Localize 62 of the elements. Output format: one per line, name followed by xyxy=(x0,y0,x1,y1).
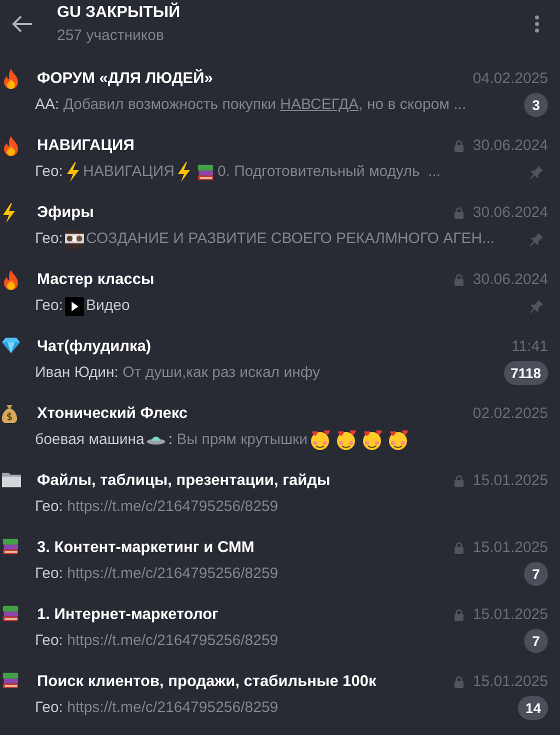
back-icon[interactable] xyxy=(11,15,33,33)
topic-date: 15.01.2025 xyxy=(472,538,548,558)
unread-count: 14 xyxy=(518,696,548,720)
topic-title[interactable]: ФОРУМ «ДЛЯ ЛЮДЕЙ» xyxy=(37,67,213,91)
sender-name: АА: xyxy=(35,94,60,115)
member-count: 257 участников xyxy=(57,26,165,46)
sender-name: Гео: xyxy=(35,496,63,517)
menu-icon[interactable] xyxy=(534,15,540,33)
topic-title[interactable]: НАВИГАЦИЯ xyxy=(37,134,134,158)
message-text: Вы прям крутышки xyxy=(176,430,308,450)
smiley-hearts-icon xyxy=(335,429,358,451)
topic-title[interactable]: 1. Интернет-маркетолог xyxy=(37,603,219,627)
message-text: СОЗДАНИЕ И РАЗВИТИЕ СВОЕГО РЕКАЛМНОГО АГЕН... xyxy=(86,228,495,249)
sender-name: Гео: xyxy=(35,564,63,584)
message-text: 0. Подготовительный модуль ... xyxy=(217,162,441,182)
topic-date: 11:41 xyxy=(512,336,548,357)
books-icon xyxy=(196,162,216,182)
sender-name: Гео: xyxy=(35,296,63,316)
message-text: Добавил возможность покупки xyxy=(62,94,277,115)
topic-title[interactable]: Мастер классы xyxy=(37,268,154,292)
topic-title[interactable]: 3. Контент-маркетинг и СММ xyxy=(37,536,254,560)
topic-title[interactable]: Поиск клиентов, продажи, стабильные 100к xyxy=(37,670,376,694)
topic-title[interactable]: Эфиры xyxy=(37,201,94,225)
sender-name: Гео: xyxy=(35,630,63,651)
unread-count: 3 xyxy=(524,93,548,117)
message-text: Видео xyxy=(86,296,130,316)
smiley-hearts-icon xyxy=(387,429,410,451)
topic-date: 30.06.2024 xyxy=(472,270,548,290)
ufo-icon xyxy=(146,434,166,446)
topic-title[interactable]: Чат(флудилка) xyxy=(37,335,152,359)
message-text: НАВИГАЦИЯ xyxy=(82,162,174,182)
sender-name: Гео: xyxy=(35,228,63,249)
play-icon xyxy=(64,296,84,316)
topic-date: 02.02.2025 xyxy=(472,404,548,424)
chat-title: GU ЗАКРЫТЫЙ xyxy=(57,3,180,23)
smiley-hearts-icon xyxy=(309,429,332,451)
sender-name: : xyxy=(168,430,173,450)
topic-date: 30.06.2024 xyxy=(472,136,548,156)
message-text: https://t.me/c/2164795256/8259 xyxy=(66,698,278,718)
lightning-icon xyxy=(176,161,192,183)
topic-date: 30.06.2024 xyxy=(472,202,548,223)
sender-name: Гео: xyxy=(35,698,63,718)
unread-count: 7118 xyxy=(504,361,548,385)
lightning-icon xyxy=(64,161,81,183)
message-text: https://t.me/c/2164795256/8259 xyxy=(66,564,278,584)
smiley-hearts-icon xyxy=(361,429,384,451)
topic-title[interactable]: Файлы, таблицы, презентации, гайды xyxy=(37,469,330,493)
topic-title[interactable]: Хтонический Флекс xyxy=(37,402,188,426)
sender-name: боевая машина xyxy=(35,430,144,450)
message-link[interactable]: НАВСЕГДА xyxy=(280,94,359,116)
message-text: https://t.me/c/2164795256/8259 xyxy=(66,630,278,651)
sender-name: Иван Юдин: xyxy=(35,362,118,383)
topic-date: 04.02.2025 xyxy=(472,68,548,89)
message-text: https://t.me/c/2164795256/8259 xyxy=(66,496,278,517)
unread-count: 7 xyxy=(524,562,548,586)
topic-date: 15.01.2025 xyxy=(472,604,548,625)
topic-date: 15.01.2025 xyxy=(472,672,548,692)
sender-name: Гео: xyxy=(35,162,63,182)
message-text: , но в скором ... xyxy=(358,94,466,115)
message-text: От души,как раз искал инфу xyxy=(122,362,320,383)
topic-date: 15.01.2025 xyxy=(472,470,548,491)
unread-count: 7 xyxy=(524,629,548,653)
